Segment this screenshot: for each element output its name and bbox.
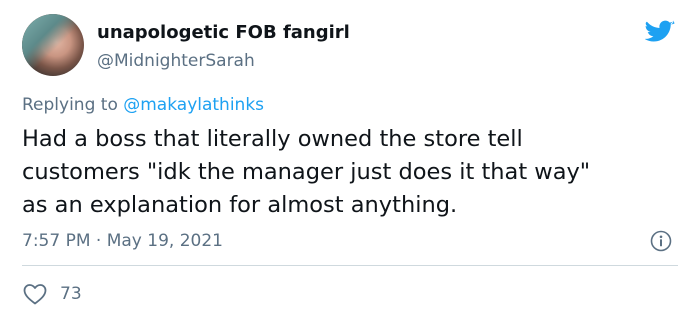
tweet-card: unapologetic FOB fangirl @MidnighterSara… [0,0,700,319]
twitter-bird-icon[interactable] [645,20,675,46]
like-count: 73 [60,284,82,304]
like-action[interactable]: 73 [22,282,82,306]
avatar-hair [22,14,84,76]
tweet-line: customers "idk the manager just does it … [22,159,591,185]
reply-mention-link[interactable]: @makaylathinks [123,95,264,115]
tweet-line: Had a boss that literally owned the stor… [22,126,523,152]
tweet-timestamp[interactable]: 7:57 PM · May 19, 2021 [22,230,223,252]
user-handle[interactable]: @MidnighterSarah [97,50,255,72]
tweet-line: as an explanation for almost anything. [22,192,458,218]
replying-to: Replying to @makaylathinks [22,94,264,116]
divider [22,265,678,266]
tweet-text: Had a boss that literally owned the stor… [22,123,682,222]
display-name[interactable]: unapologetic FOB fangirl [97,22,350,44]
info-icon[interactable] [650,230,672,252]
replying-to-label: Replying to [22,95,118,115]
heart-icon[interactable] [22,282,48,306]
avatar[interactable] [22,14,84,76]
